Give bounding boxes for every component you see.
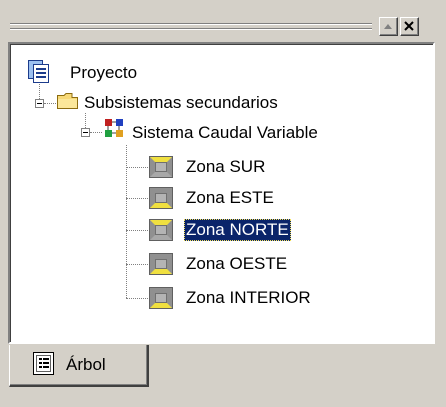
tree-node-zone-este[interactable]: Zona ESTE — [184, 187, 276, 209]
tree-node-subsystems[interactable]: Subsistemas secundarios — [82, 92, 280, 114]
zone-icon — [149, 253, 173, 280]
tab-label: Árbol — [66, 355, 106, 374]
zone-icon — [149, 187, 173, 214]
tree-node-zone-interior[interactable]: Zona INTERIOR — [184, 287, 313, 309]
tab-arbol[interactable]: Árbol — [9, 345, 149, 387]
system-icon — [104, 118, 126, 145]
zone-icon — [149, 287, 173, 314]
folder-icon — [57, 92, 79, 115]
collapse-toggle[interactable] — [35, 99, 44, 108]
zone-icon — [149, 156, 173, 183]
project-icon — [28, 60, 50, 89]
tree-view[interactable]: Proyecto Subsistemas secundarios Sistema… — [8, 42, 435, 344]
collapse-toggle[interactable] — [81, 128, 90, 137]
tree-view-icon — [33, 352, 55, 381]
tree-node-system[interactable]: Sistema Caudal Variable — [130, 122, 320, 144]
tree-node-zone-sur[interactable]: Zona SUR — [184, 156, 267, 178]
zone-icon — [149, 219, 173, 246]
tree-node-zone-oeste[interactable]: Zona OESTE — [184, 253, 289, 275]
tree-node-zone-norte[interactable]: Zona NORTE — [184, 219, 291, 241]
tree-node-project[interactable]: Proyecto — [68, 62, 139, 84]
